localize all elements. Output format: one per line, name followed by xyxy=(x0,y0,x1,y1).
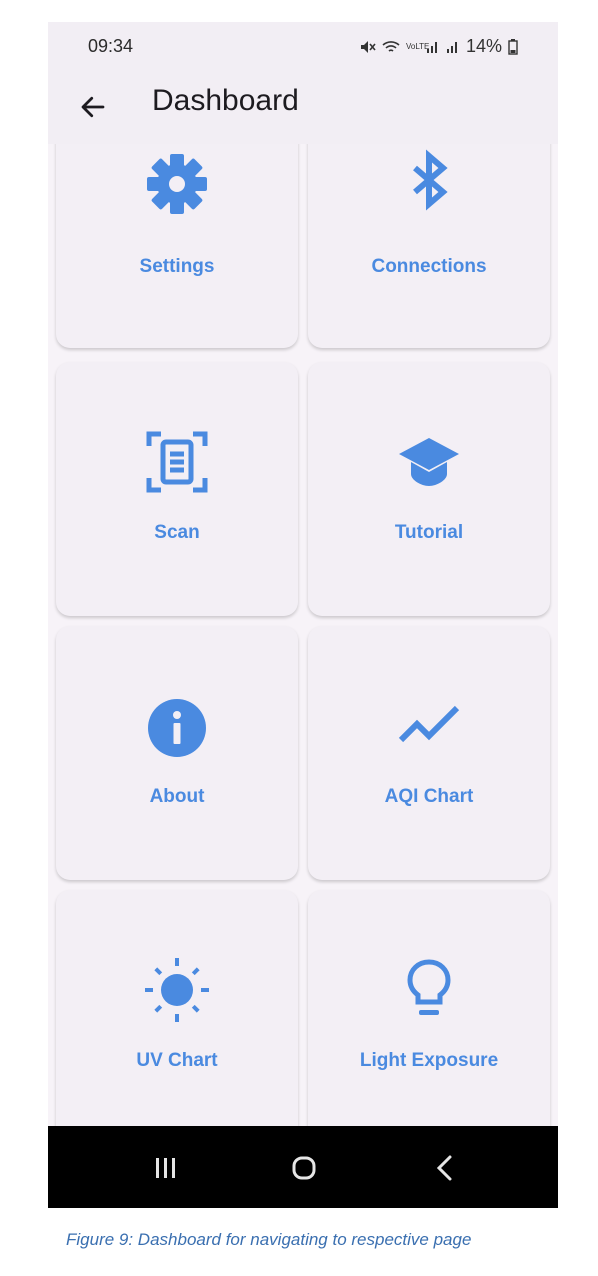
dashboard-card-about[interactable]: About xyxy=(56,626,298,880)
battery-icon xyxy=(508,38,518,55)
card-label: AQI Chart xyxy=(384,786,474,807)
card-label: Scan xyxy=(154,522,200,543)
app-bar: Dashboard xyxy=(48,70,558,144)
sun-icon xyxy=(145,958,209,1022)
battery-percent: 14% xyxy=(465,36,502,56)
gear-icon xyxy=(147,154,207,214)
phone-screen: 09:34 VoLTE 14% Dashboard Settings Conne… xyxy=(48,22,558,1208)
dashboard-card-light-exposure[interactable]: Light Exposure xyxy=(308,890,550,1126)
dashboard-card-settings[interactable]: Settings xyxy=(56,144,298,348)
recents-icon[interactable] xyxy=(146,1148,186,1188)
lightbulb-icon xyxy=(407,959,451,1015)
signal-icon xyxy=(426,41,437,53)
card-label: UV Chart xyxy=(136,1050,218,1071)
arrow-back-icon[interactable] xyxy=(78,92,108,122)
home-icon[interactable] xyxy=(284,1148,324,1188)
page-title: Dashboard xyxy=(152,84,299,117)
signal-icon xyxy=(446,41,457,53)
dashboard-card-tutorial[interactable]: Tutorial xyxy=(308,362,550,616)
nav-back-icon[interactable] xyxy=(426,1148,466,1188)
dashboard-card-aqi-chart[interactable]: AQI Chart xyxy=(308,626,550,880)
info-icon xyxy=(148,699,206,757)
bluetooth-icon xyxy=(413,149,448,211)
system-nav-bar xyxy=(48,1126,558,1208)
status-icons: VoLTE 14% xyxy=(360,36,518,57)
card-label: Tutorial xyxy=(394,522,464,543)
status-bar: 09:34 VoLTE 14% xyxy=(48,22,558,70)
document-scanner-icon xyxy=(146,431,208,493)
trending-line-icon xyxy=(398,705,460,743)
status-time: 09:34 xyxy=(88,36,134,56)
dashboard-card-connections[interactable]: Connections xyxy=(308,144,550,348)
dashboard-card-uv-chart[interactable]: UV Chart xyxy=(56,890,298,1126)
figure-caption: Figure 9: Dashboard for navigating to re… xyxy=(66,1230,472,1249)
volte-icon: VoLTE xyxy=(405,41,430,51)
card-label: Settings xyxy=(139,256,215,277)
card-label: Connections xyxy=(371,256,487,277)
card-label: Light Exposure xyxy=(359,1050,499,1071)
graduation-cap-icon xyxy=(399,438,459,486)
dashboard-card-scan[interactable]: Scan xyxy=(56,362,298,616)
dashboard-grid: Settings Connections Scan Tutorial About… xyxy=(48,144,558,1126)
card-label: About xyxy=(149,786,205,807)
mute-icon xyxy=(360,40,376,53)
wifi-icon xyxy=(382,40,400,52)
